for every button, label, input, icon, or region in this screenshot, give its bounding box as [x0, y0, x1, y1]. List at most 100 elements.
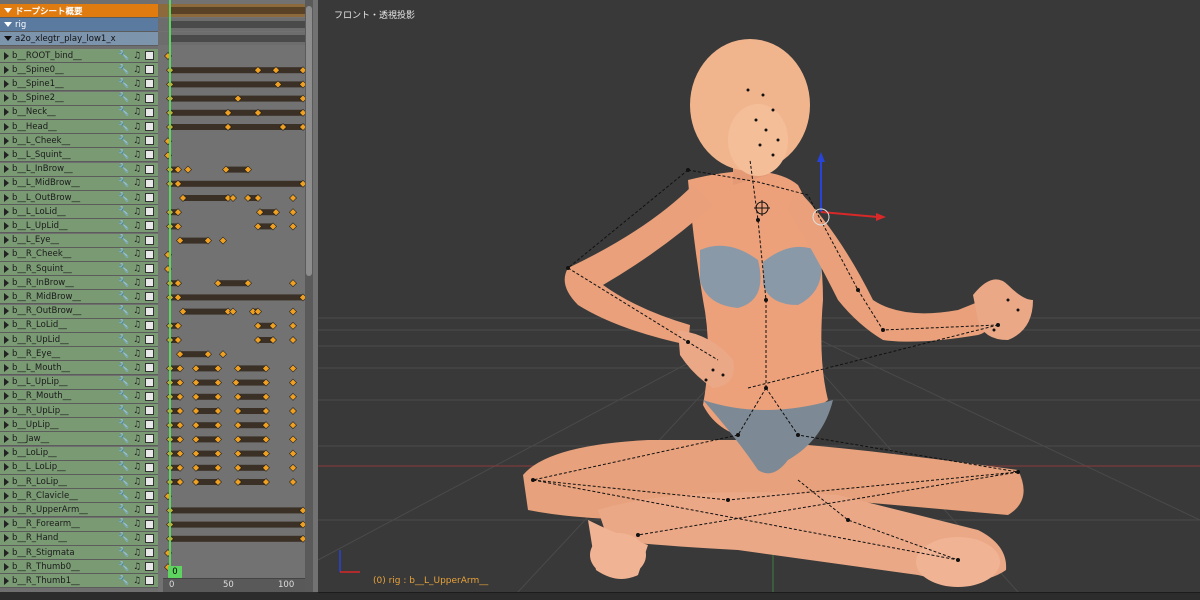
mute-checkbox[interactable] [145, 548, 154, 557]
character-model[interactable] [523, 39, 1033, 587]
expand-triangle-icon[interactable] [4, 236, 9, 245]
wrench-icon[interactable]: 🔧 [118, 278, 129, 288]
bone-channel-row[interactable]: b__R_Clavicle__ 🔧 ♫ [0, 489, 158, 504]
viewport-header-bar[interactable] [318, 592, 1200, 600]
wrench-icon[interactable]: 🔧 [118, 107, 129, 117]
expand-triangle-icon[interactable] [4, 278, 9, 287]
mute-checkbox[interactable] [145, 377, 154, 387]
wrench-icon[interactable]: 🔧 [118, 576, 129, 586]
bone-channel-row[interactable]: b__UpLip__ 🔧 ♫ [0, 418, 158, 433]
speaker-icon[interactable]: ♫ [132, 320, 142, 330]
speaker-icon[interactable]: ♫ [132, 51, 142, 61]
bone-channel-row[interactable]: b__L_Mouth__ 🔧 ♫ [0, 361, 158, 376]
expand-triangle-icon[interactable] [4, 136, 9, 145]
wrench-icon[interactable]: 🔧 [118, 306, 129, 316]
speaker-icon[interactable]: ♫ [132, 406, 142, 416]
bone-channel-row[interactable]: b__R_Stigmata 🔧 ♫ [0, 546, 158, 560]
speaker-icon[interactable]: ♫ [132, 519, 142, 529]
bone-channel-row[interactable]: b__R_OutBrow__ 🔧 ♫ [0, 304, 158, 319]
mute-checkbox[interactable] [145, 79, 154, 89]
bone-channel-row[interactable]: b__R_Thumb0__ 🔧 ♫ [0, 560, 158, 575]
mute-checkbox[interactable] [145, 164, 154, 174]
expand-triangle-icon[interactable] [4, 94, 9, 103]
speaker-icon[interactable]: ♫ [132, 221, 142, 231]
expand-triangle-icon[interactable] [4, 51, 9, 60]
mute-checkbox[interactable] [145, 306, 154, 316]
expand-triangle-icon[interactable] [4, 321, 9, 330]
expand-triangle-icon[interactable] [4, 463, 9, 472]
expand-triangle-icon[interactable] [4, 491, 9, 500]
expand-triangle-icon[interactable] [4, 65, 9, 74]
mute-checkbox[interactable] [145, 264, 154, 273]
expand-triangle-icon[interactable] [4, 505, 9, 514]
bone-channel-row[interactable]: b__Jaw__ 🔧 ♫ [0, 432, 158, 447]
bone-channel-row[interactable]: b__Spine0__ 🔧 ♫ [0, 63, 158, 78]
bone-channel-row[interactable]: b__R_Forearm__ 🔧 ♫ [0, 517, 158, 532]
wrench-icon[interactable]: 🔧 [118, 122, 129, 132]
collapse-triangle-icon[interactable] [4, 36, 12, 41]
speaker-icon[interactable]: ♫ [132, 562, 142, 572]
expand-triangle-icon[interactable] [4, 378, 9, 387]
wrench-icon[interactable]: 🔧 [118, 420, 129, 430]
bone-channel-row[interactable]: b__L_LoLip__ 🔧 ♫ [0, 460, 158, 475]
wrench-icon[interactable]: 🔧 [118, 193, 129, 203]
frame-ruler[interactable]: 0 50 100 [163, 578, 305, 592]
playhead-cursor[interactable] [169, 0, 171, 600]
3d-viewport[interactable]: フロント・透視投影 (0) rig : b__L_UpperArm__ [318, 0, 1200, 592]
speaker-icon[interactable]: ♫ [132, 278, 142, 288]
collapse-triangle-icon[interactable] [4, 22, 12, 27]
expand-triangle-icon[interactable] [4, 534, 9, 543]
wrench-icon[interactable]: 🔧 [118, 533, 129, 543]
mute-checkbox[interactable] [145, 349, 154, 359]
bone-channel-row[interactable]: b__ROOT_bind__ 🔧 ♫ [0, 49, 158, 63]
wrench-icon[interactable]: 🔧 [118, 491, 129, 501]
bone-channel-row[interactable]: b__L_OutBrow__ 🔧 ♫ [0, 191, 158, 205]
mute-checkbox[interactable] [145, 107, 154, 117]
bone-channel-row[interactable]: b__R_Thumb1__ 🔧 ♫ [0, 574, 158, 589]
expand-triangle-icon[interactable] [4, 363, 9, 372]
expand-triangle-icon[interactable] [4, 207, 9, 216]
mute-checkbox[interactable] [145, 122, 154, 131]
mute-checkbox[interactable] [145, 448, 154, 458]
expand-triangle-icon[interactable] [4, 449, 9, 458]
expand-triangle-icon[interactable] [4, 122, 9, 131]
mute-checkbox[interactable] [145, 207, 154, 217]
transform-gizmo[interactable] [812, 152, 886, 226]
collapse-triangle-icon[interactable] [4, 8, 12, 13]
speaker-icon[interactable]: ♫ [132, 505, 142, 515]
expand-triangle-icon[interactable] [4, 264, 9, 273]
speaker-icon[interactable]: ♫ [132, 349, 142, 359]
wrench-icon[interactable]: 🔧 [118, 462, 129, 472]
expand-triangle-icon[interactable] [4, 349, 9, 358]
speaker-icon[interactable]: ♫ [132, 249, 142, 259]
keyframe-canvas[interactable] [158, 0, 318, 600]
mute-checkbox[interactable] [145, 320, 154, 330]
bone-channel-row[interactable]: b__L_Cheek__ 🔧 ♫ [0, 134, 158, 149]
mute-checkbox[interactable] [145, 519, 154, 529]
speaker-icon[interactable]: ♫ [132, 391, 142, 401]
expand-triangle-icon[interactable] [4, 79, 9, 88]
wrench-icon[interactable]: 🔧 [118, 164, 129, 174]
wrench-icon[interactable]: 🔧 [118, 519, 129, 529]
expand-triangle-icon[interactable] [4, 193, 9, 202]
wrench-icon[interactable]: 🔧 [118, 292, 129, 302]
expand-triangle-icon[interactable] [4, 406, 9, 415]
wrench-icon[interactable]: 🔧 [118, 136, 129, 146]
mute-checkbox[interactable] [145, 278, 154, 288]
wrench-icon[interactable]: 🔧 [118, 448, 129, 458]
bone-channel-row[interactable]: b__R_UpLid__ 🔧 ♫ [0, 333, 158, 347]
bone-channel-row[interactable]: b__Spine1__ 🔧 ♫ [0, 77, 158, 92]
bone-channel-row[interactable]: b__Head__ 🔧 ♫ [0, 120, 158, 134]
wrench-icon[interactable]: 🔧 [118, 406, 129, 416]
mute-checkbox[interactable] [145, 420, 154, 430]
speaker-icon[interactable]: ♫ [132, 178, 142, 188]
speaker-icon[interactable]: ♫ [132, 448, 142, 458]
speaker-icon[interactable]: ♫ [132, 107, 142, 117]
mute-checkbox[interactable] [145, 562, 154, 572]
speaker-icon[interactable]: ♫ [132, 122, 142, 132]
expand-triangle-icon[interactable] [4, 221, 9, 230]
bone-channel-row[interactable]: b__R_Mouth__ 🔧 ♫ [0, 389, 158, 404]
wrench-icon[interactable]: 🔧 [118, 391, 129, 401]
wrench-icon[interactable]: 🔧 [118, 264, 129, 274]
wrench-icon[interactable]: 🔧 [118, 235, 129, 245]
